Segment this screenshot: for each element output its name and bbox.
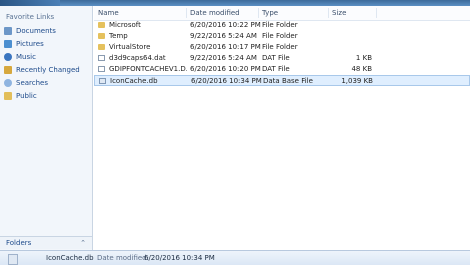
- file-row-virtualstore[interactable]: VirtualStore 6/20/2016 10:17 PM File Fol…: [94, 42, 470, 53]
- file-type: DAT File: [262, 54, 290, 62]
- file-name: IconCache.db: [110, 77, 158, 85]
- nav-item-public[interactable]: Public: [4, 90, 90, 102]
- file-size: 48 KB: [351, 65, 372, 73]
- file-name: d3d9caps64.dat: [109, 54, 166, 62]
- file-date: 6/20/2016 10:17 PM: [190, 43, 261, 51]
- favorite-links-heading: Favorite Links: [6, 13, 55, 21]
- file-date: 6/20/2016 10:34 PM: [191, 77, 262, 85]
- folder-icon: [98, 22, 105, 28]
- nav-item-label: Public: [16, 92, 37, 100]
- file-type: File Folder: [262, 43, 298, 51]
- file-name: Microsoft: [109, 21, 141, 29]
- nav-item-label: Searches: [16, 79, 49, 87]
- file-type: DAT File: [262, 65, 290, 73]
- nav-item-label: Documents: [16, 27, 56, 35]
- database-file-icon: [8, 254, 18, 265]
- file-name: GDIPFONTCACHEV1.D...: [109, 65, 187, 73]
- nav-item-label: Pictures: [16, 40, 44, 48]
- file-date: 6/20/2016 10:20 PM: [190, 65, 261, 73]
- details-pane: IconCache.db Date modified: 6/20/2016 10…: [0, 250, 470, 265]
- nav-item-recently-changed[interactable]: Recently Changed: [4, 64, 90, 76]
- column-name-header[interactable]: Name: [98, 9, 119, 17]
- nav-item-pictures[interactable]: Pictures: [4, 38, 90, 50]
- folder-icon: [98, 33, 105, 39]
- nav-item-music[interactable]: Music: [4, 51, 90, 63]
- file-name: VirtualStore: [109, 43, 151, 51]
- folder-icon: [98, 44, 105, 50]
- file-name: Temp: [109, 32, 128, 40]
- column-divider[interactable]: [328, 8, 329, 18]
- file-list: Microsoft 6/20/2016 10:22 PM File Folder…: [94, 20, 470, 86]
- file-type: Data Base File: [263, 77, 313, 85]
- navigation-pane: Favorite Links Documents Pictures Music …: [0, 6, 93, 254]
- file-row-d3d9caps64[interactable]: d3d9caps64.dat 9/22/2016 5:24 AM DAT Fil…: [94, 53, 470, 64]
- file-row-temp[interactable]: Temp 9/22/2016 5:24 AM File Folder: [94, 31, 470, 42]
- file-icon: [98, 66, 105, 72]
- music-icon: [4, 53, 12, 61]
- database-file-icon: [99, 78, 106, 84]
- recently-changed-icon: [4, 66, 12, 74]
- file-size: 1,039 KB: [341, 77, 373, 85]
- chevron-up-icon: ⌃: [80, 239, 86, 247]
- searches-icon: [4, 79, 12, 87]
- file-date: 9/22/2016 5:24 AM: [190, 54, 257, 62]
- column-divider[interactable]: [376, 8, 377, 18]
- nav-item-searches[interactable]: Searches: [4, 77, 90, 89]
- file-type: File Folder: [262, 21, 298, 29]
- column-header: Name Date modified Type Size: [94, 6, 470, 21]
- column-date-header[interactable]: Date modified: [190, 9, 240, 17]
- nav-item-documents[interactable]: Documents: [4, 25, 90, 37]
- documents-icon: [4, 27, 12, 35]
- folders-toggle[interactable]: Folders ⌃: [0, 236, 92, 249]
- public-icon: [4, 92, 12, 100]
- file-size: 1 KB: [355, 54, 372, 62]
- nav-item-label: Recently Changed: [16, 66, 80, 74]
- details-modified-value: 6/20/2016 10:34 PM: [144, 254, 215, 262]
- column-size-header[interactable]: Size: [332, 9, 346, 17]
- file-type: File Folder: [262, 32, 298, 40]
- column-divider[interactable]: [186, 8, 187, 18]
- file-icon: [98, 55, 105, 61]
- folders-label: Folders: [6, 239, 32, 247]
- details-filename: IconCache.db: [46, 254, 94, 262]
- details-modified-label: Date modified:: [97, 254, 149, 262]
- file-date: 9/22/2016 5:24 AM: [190, 32, 257, 40]
- file-date: 6/20/2016 10:22 PM: [190, 21, 261, 29]
- column-divider[interactable]: [258, 8, 259, 18]
- column-type-header[interactable]: Type: [262, 9, 278, 17]
- pictures-icon: [4, 40, 12, 48]
- file-row-gdipfontcache[interactable]: GDIPFONTCACHEV1.D... 6/20/2016 10:20 PM …: [94, 64, 470, 75]
- file-row-microsoft[interactable]: Microsoft 6/20/2016 10:22 PM File Folder: [94, 20, 470, 31]
- nav-item-label: Music: [16, 53, 36, 61]
- file-row-iconcache[interactable]: IconCache.db 6/20/2016 10:34 PM Data Bas…: [94, 75, 470, 86]
